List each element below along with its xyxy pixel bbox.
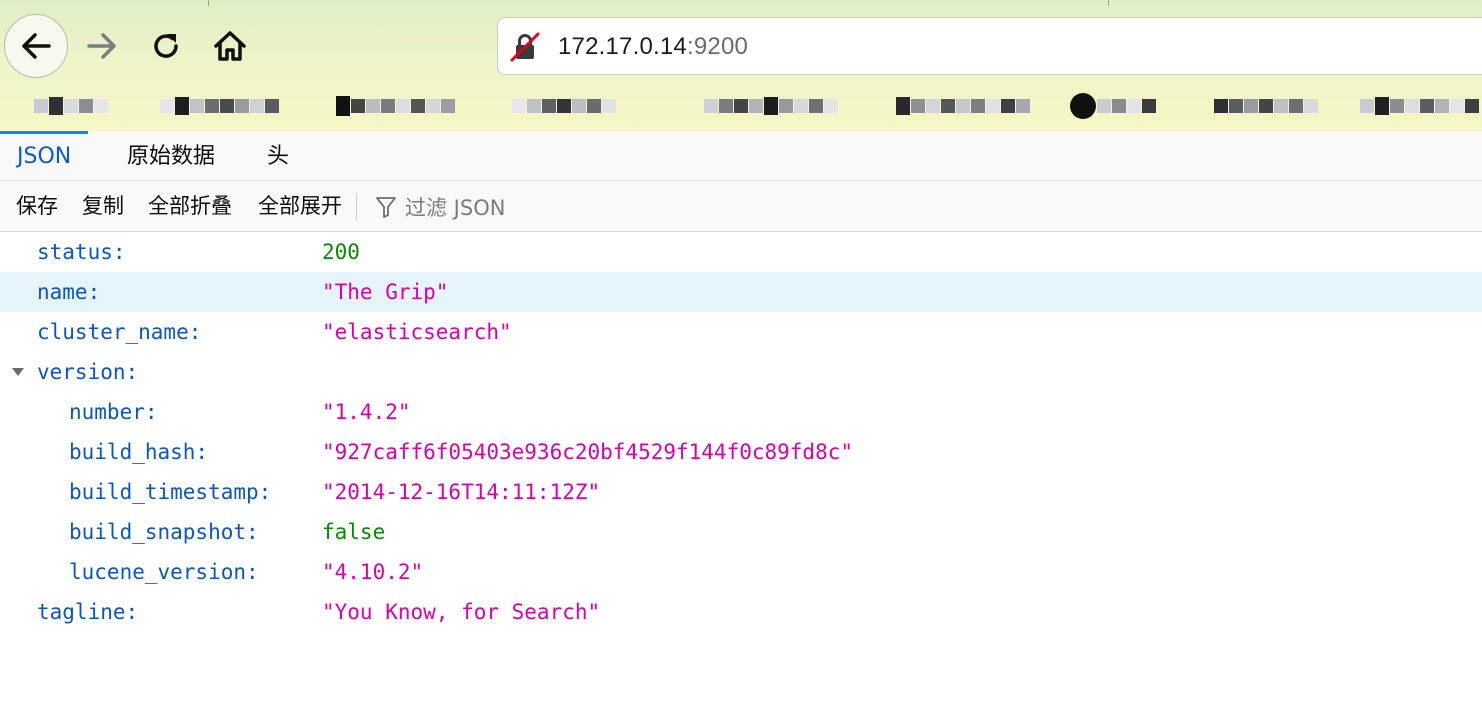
- json-value: "elasticsearch": [322, 320, 512, 344]
- json-value: "2014-12-16T14:11:12Z": [322, 480, 601, 504]
- expand-all-button[interactable]: 全部展开: [258, 182, 342, 231]
- home-icon: [214, 31, 246, 61]
- json-key: version:: [37, 360, 139, 384]
- filter-json-input[interactable]: [403, 190, 807, 226]
- json-row-status[interactable]: status: 200: [0, 232, 1482, 272]
- viewer-tabs: JSON 原始数据 头: [0, 131, 1482, 181]
- viewer-toolbar: 保存 复制 全部折叠 全部展开: [0, 182, 1482, 232]
- json-tree: status: 200 name: "The Grip" cluster_nam…: [0, 232, 1482, 632]
- json-value: false: [322, 520, 386, 544]
- json-row-version[interactable]: version:: [0, 352, 1482, 392]
- browser-chrome: 172.17.0.14:9200: [0, 0, 1482, 131]
- json-value: 200: [322, 240, 360, 264]
- json-row-tagline[interactable]: tagline: "You Know, for Search": [0, 592, 1482, 632]
- json-value: "1.4.2": [322, 400, 411, 424]
- toolbar-divider: [356, 193, 357, 221]
- tab-strip-edge: [0, 0, 1482, 6]
- back-arrow-icon: [22, 33, 51, 59]
- copy-button[interactable]: 复制: [82, 182, 124, 231]
- json-value: "927caff6f05403e936c20bf4529f144f0c89fd8…: [322, 440, 854, 464]
- json-key: cluster_name:: [37, 320, 202, 344]
- json-key: status:: [37, 240, 126, 264]
- json-key: tagline:: [37, 600, 139, 624]
- tab-headers[interactable]: 头: [250, 131, 306, 180]
- json-key: build_timestamp:: [69, 480, 272, 504]
- bookmarks-bar: [0, 84, 1482, 130]
- bookmark-item[interactable]: [160, 90, 280, 122]
- json-key: build_hash:: [69, 440, 209, 464]
- save-button[interactable]: 保存: [16, 182, 58, 231]
- collapse-all-button[interactable]: 全部折叠: [148, 182, 232, 231]
- json-row-name[interactable]: name: "The Grip": [0, 272, 1482, 312]
- json-row-build-snapshot[interactable]: build_snapshot: false: [0, 512, 1482, 552]
- tab-raw-data[interactable]: 原始数据: [110, 131, 232, 180]
- reload-button[interactable]: [146, 26, 186, 66]
- json-row-number[interactable]: number: "1.4.2": [0, 392, 1482, 432]
- tab-json[interactable]: JSON: [0, 131, 89, 183]
- reload-icon: [154, 34, 178, 58]
- url-text[interactable]: 172.17.0.14:9200: [558, 33, 748, 61]
- forward-arrow-icon: [87, 33, 116, 59]
- bookmark-item[interactable]: [896, 90, 1031, 122]
- bookmark-item[interactable]: [704, 90, 839, 122]
- url-bar[interactable]: 172.17.0.14:9200: [497, 17, 1482, 75]
- json-key: lucene_version:: [69, 560, 259, 584]
- json-row-lucene-version[interactable]: lucene_version: "4.10.2": [0, 552, 1482, 592]
- json-value: "You Know, for Search": [322, 600, 601, 624]
- bookmark-item[interactable]: [512, 90, 617, 122]
- bookmark-item[interactable]: [34, 90, 109, 122]
- bookmark-item[interactable]: [1070, 90, 1157, 122]
- home-button[interactable]: [210, 26, 250, 66]
- insecure-lock-icon[interactable]: [510, 32, 540, 62]
- filter-icon: [376, 197, 396, 218]
- expand-triangle-icon[interactable]: [11, 366, 25, 378]
- json-key: number:: [69, 400, 158, 424]
- json-row-cluster-name[interactable]: cluster_name: "elasticsearch": [0, 312, 1482, 352]
- bookmark-item[interactable]: [1214, 90, 1319, 122]
- json-key: build_snapshot:: [69, 520, 259, 544]
- json-row-build-hash[interactable]: build_hash: "927caff6f05403e936c20bf4529…: [0, 432, 1482, 472]
- bookmark-item[interactable]: [1360, 90, 1480, 122]
- json-key: name:: [37, 280, 101, 304]
- json-value: "4.10.2": [322, 560, 424, 584]
- json-value: "The Grip": [322, 280, 449, 304]
- forward-button[interactable]: [82, 26, 122, 66]
- back-button[interactable]: [4, 14, 68, 78]
- url-port: :9200: [687, 33, 749, 60]
- json-row-build-timestamp[interactable]: build_timestamp: "2014-12-16T14:11:12Z": [0, 472, 1482, 512]
- url-host: 172.17.0.14: [558, 33, 687, 60]
- bookmark-item[interactable]: [336, 90, 456, 122]
